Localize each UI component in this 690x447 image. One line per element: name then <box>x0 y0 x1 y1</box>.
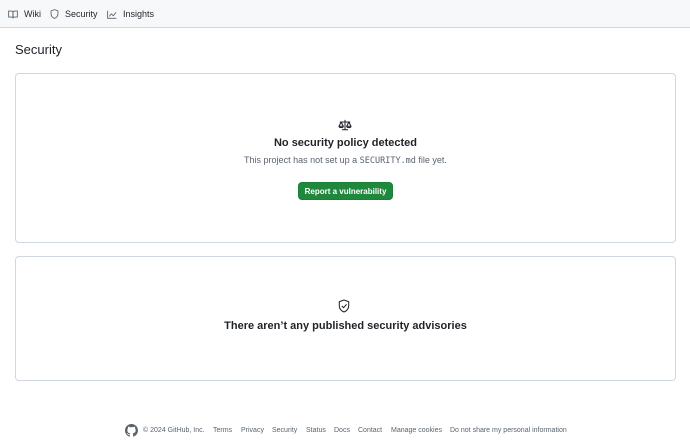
report-vulnerability-button[interactable]: Report a vulnerability <box>298 182 393 200</box>
book-icon <box>8 10 18 19</box>
footer-link-contact[interactable]: Contact <box>358 427 382 434</box>
footer: © 2024 GitHub, Inc. Terms Privacy Securi… <box>0 423 690 439</box>
footer-link-docs[interactable]: Docs <box>334 427 350 434</box>
footer-link-status[interactable]: Status <box>306 427 326 434</box>
footer-link-do-not-share[interactable]: Do not share my personal information <box>450 427 567 434</box>
nav-item-label: Security <box>65 9 98 19</box>
security-advisories-panel: There aren’t any published security advi… <box>15 256 676 381</box>
nav-item-security[interactable]: Security <box>50 0 98 28</box>
footer-copyright: © 2024 GitHub, Inc. <box>143 427 205 434</box>
policy-description: This project has not set up a SECURITY.m… <box>16 155 675 166</box>
policy-desc-text-before: This project has not set up a <box>244 155 360 165</box>
footer-link-terms[interactable]: Terms <box>213 427 232 434</box>
nav-item-label: Wiki <box>24 9 41 19</box>
github-logo-icon[interactable] <box>125 424 138 442</box>
page-title: Security <box>15 42 62 57</box>
security-policy-panel: No security policy detected This project… <box>15 73 676 243</box>
advisories-empty-title: There aren’t any published security advi… <box>224 320 467 332</box>
shield-icon <box>50 9 59 19</box>
policy-title: No security policy detected <box>273 137 418 149</box>
shield-check-icon <box>338 299 350 318</box>
repo-nav: Wiki Security Insights <box>0 0 690 28</box>
footer-link-manage-cookies[interactable]: Manage cookies <box>391 427 442 434</box>
footer-link-security[interactable]: Security <box>272 427 297 434</box>
law-icon <box>338 118 352 136</box>
nav-item-wiki[interactable]: Wiki <box>8 0 41 28</box>
footer-link-privacy[interactable]: Privacy <box>241 427 264 434</box>
policy-desc-filename: SECURITY.md <box>359 156 416 166</box>
nav-item-label: Insights <box>123 9 155 19</box>
graph-icon <box>107 10 117 19</box>
nav-item-insights[interactable]: Insights <box>107 0 154 28</box>
policy-desc-text-after: file yet. <box>415 155 447 165</box>
